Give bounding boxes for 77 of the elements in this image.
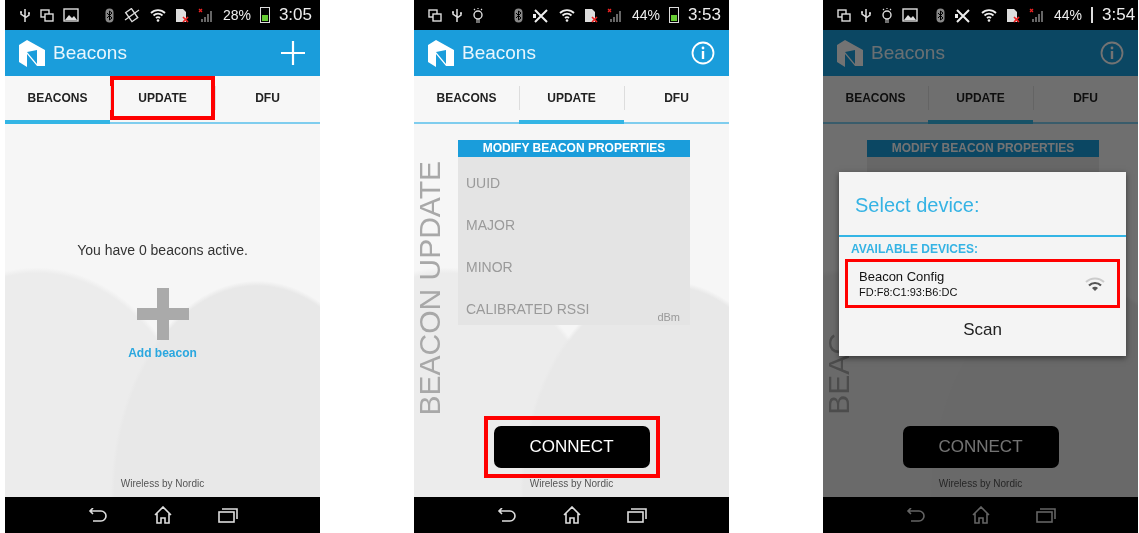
usb-icon — [860, 7, 872, 23]
signal-icon — [197, 7, 214, 23]
recents-button[interactable] — [626, 507, 647, 523]
battery-percent: 44% — [631, 7, 660, 23]
device-address: FD:F8:C1:93:B6:DC — [859, 286, 959, 298]
footer-text: Wireless by Nordic — [528, 478, 615, 491]
info-button[interactable] — [689, 39, 717, 67]
tab[interactable]: UPDATE — [110, 76, 215, 124]
mute-icon — [954, 7, 972, 23]
app-title: Beacons — [871, 42, 946, 64]
card-header: MODIFY BEACON PROPERTIES — [458, 140, 690, 157]
footer-text: Wireless by Nordic — [937, 478, 1024, 491]
clock-time: 3:53 — [687, 5, 721, 25]
logo-icon — [426, 38, 456, 68]
signal-strength-icon — [1084, 275, 1106, 292]
image-icon — [902, 8, 918, 22]
back-button[interactable] — [87, 508, 108, 522]
input-field[interactable]: MAJOR — [466, 217, 680, 241]
bluetooth-icon — [104, 7, 114, 23]
home-button[interactable] — [152, 506, 173, 524]
lightbulb-icon — [881, 7, 893, 23]
app-title: Beacons — [53, 42, 128, 64]
battery-percent: 44% — [1054, 7, 1083, 23]
usb-icon — [451, 7, 463, 23]
card-header: MODIFY BEACON PROPERTIES — [867, 140, 1099, 157]
battery-icon — [259, 7, 270, 23]
input-field[interactable]: MINOR — [466, 259, 680, 283]
input-field[interactable]: UUID — [466, 175, 680, 199]
status-message: You have 0 beacons active. — [77, 242, 248, 258]
bluetooth-icon — [513, 7, 523, 23]
battery-icon — [1091, 7, 1094, 23]
clock-time: 3:54 — [1102, 5, 1136, 25]
device-item[interactable]: Beacon Config FD:F8:C1:93:B6:DC — [845, 259, 1120, 308]
signal-icon — [1029, 7, 1045, 23]
bluetooth-icon — [936, 7, 945, 23]
logo-icon — [17, 38, 47, 68]
add-button[interactable] — [278, 38, 308, 68]
info-button[interactable] — [1098, 39, 1126, 67]
sim-card-icon — [583, 7, 598, 23]
recents-button[interactable] — [217, 507, 238, 523]
back-button[interactable] — [496, 508, 517, 522]
windows-icon — [837, 8, 851, 22]
tab[interactable]: BEACONS — [823, 76, 928, 124]
input-field[interactable]: CALIBRATED RSSI — [466, 301, 658, 325]
scan-button[interactable]: Scan — [839, 308, 1126, 356]
logo-icon — [835, 38, 865, 68]
add-icon[interactable] — [136, 288, 189, 340]
connect-button[interactable]: CONNECT — [902, 426, 1059, 468]
windows-icon — [40, 8, 54, 22]
device-name: Beacon Config — [859, 269, 946, 284]
battery-icon — [668, 7, 679, 23]
usb-icon — [19, 7, 31, 23]
vertical-title: BEACON UPDATE — [415, 160, 445, 415]
section-header: AVAILABLE DEVICES: — [850, 241, 979, 258]
tab[interactable]: DFU — [624, 76, 729, 124]
connect-button[interactable]: CONNECT — [493, 426, 650, 468]
clock-time: 3:05 — [278, 5, 312, 25]
signal-icon — [606, 7, 623, 23]
vibrate-icon — [122, 7, 141, 23]
app-title: Beacons — [462, 42, 537, 64]
tab[interactable]: BEACONS — [414, 76, 519, 124]
wifi-icon — [981, 8, 997, 22]
image-icon — [63, 8, 79, 22]
sim-card-icon — [1006, 7, 1020, 23]
windows-icon — [428, 8, 442, 22]
lightbulb-icon — [472, 7, 484, 23]
mute-icon — [531, 7, 550, 23]
footer-text: Wireless by Nordic — [119, 478, 206, 491]
wifi-icon — [558, 8, 575, 22]
home-button[interactable] — [561, 506, 582, 524]
battery-percent: 28% — [222, 7, 251, 23]
sim-card-icon — [174, 7, 189, 23]
tab[interactable]: DFU — [215, 76, 320, 124]
dialog-title: Select device: — [839, 172, 1126, 237]
unit-label: dBm — [657, 311, 680, 325]
wifi-icon — [149, 8, 166, 22]
tab[interactable]: DFU — [1033, 76, 1138, 124]
